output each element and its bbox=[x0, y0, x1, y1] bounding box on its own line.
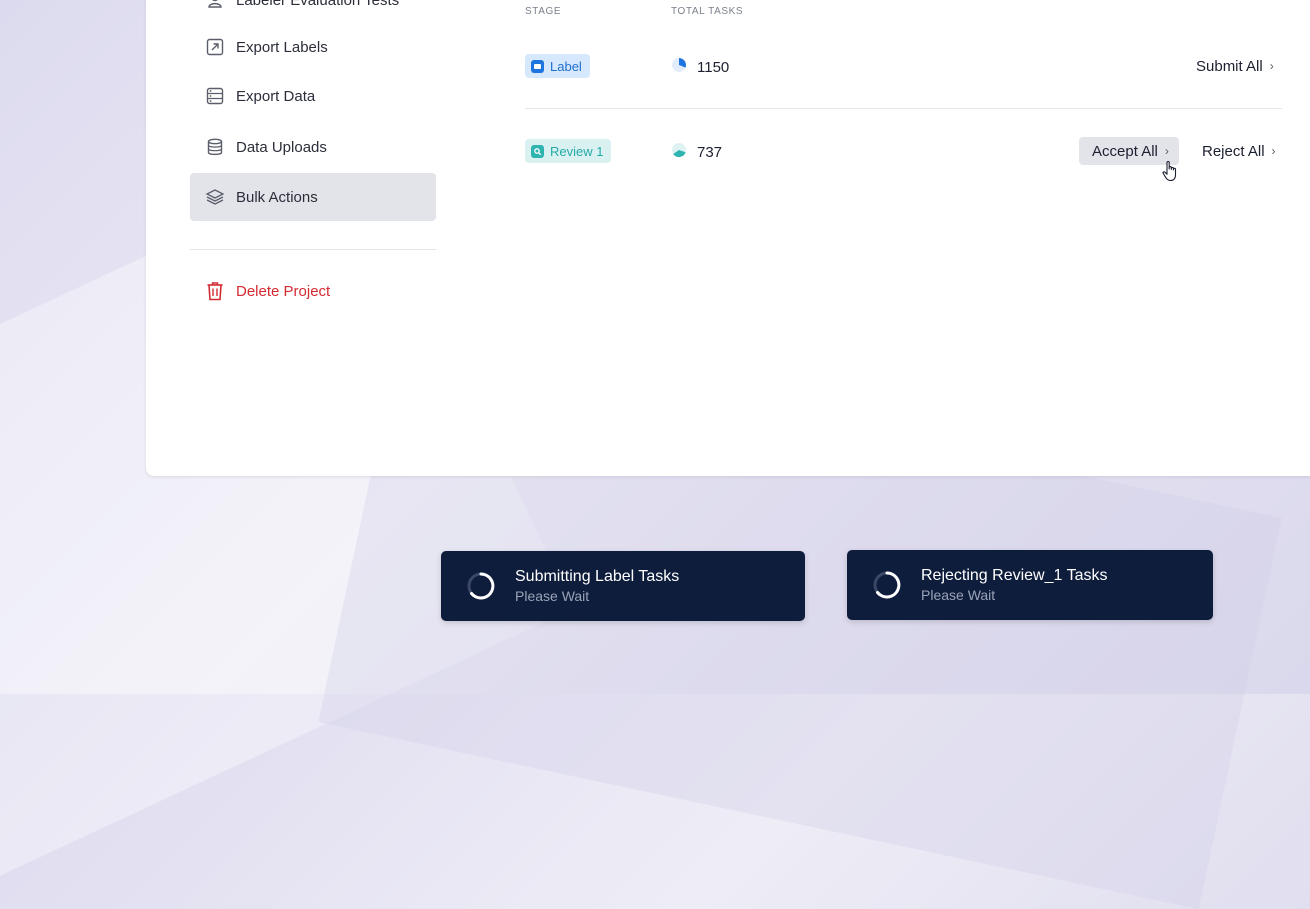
toast-text: Rejecting Review_1 Tasks Please Wait bbox=[921, 566, 1107, 604]
reject-all-label: Reject All bbox=[1202, 142, 1265, 160]
reject-all-button[interactable]: Reject All › bbox=[1202, 137, 1276, 165]
review-stage-icon bbox=[531, 144, 544, 158]
total-tasks: 737 bbox=[671, 142, 722, 162]
toast-title: Rejecting Review_1 Tasks bbox=[921, 567, 1108, 584]
toast-rejecting-review: Rejecting Review_1 Tasks Please Wait bbox=[847, 550, 1213, 620]
sidebar-divider bbox=[190, 249, 436, 250]
sidebar-item-label: Export Data bbox=[236, 87, 316, 105]
sidebar-item-export-data[interactable]: Export Data bbox=[190, 72, 436, 120]
accept-all-label: Accept All bbox=[1092, 142, 1158, 160]
total-tasks: 1150 bbox=[671, 57, 729, 77]
toast-submitting-label: Submitting Label Tasks Please Wait bbox=[441, 551, 805, 621]
user-icon bbox=[204, 0, 226, 11]
sidebar-item-label: Export Labels bbox=[236, 38, 328, 56]
sidebar-item-export-labels[interactable]: Export Labels bbox=[190, 23, 436, 71]
delete-project-label: Delete Project bbox=[236, 282, 331, 300]
layers-icon bbox=[204, 186, 226, 208]
sidebar-item-bulk-actions[interactable]: Bulk Actions bbox=[190, 173, 436, 221]
toast-title: Submitting Label Tasks bbox=[515, 568, 680, 585]
database-icon bbox=[204, 136, 226, 158]
toast-subtitle: Please Wait bbox=[515, 588, 590, 604]
toast-subtitle: Please Wait bbox=[921, 587, 996, 603]
trash-icon bbox=[204, 280, 226, 302]
hand-pointer-cursor-icon bbox=[1162, 160, 1177, 182]
chevron-right-icon: › bbox=[1271, 144, 1276, 158]
loading-spinner-icon bbox=[467, 572, 495, 600]
progress-pie-icon bbox=[671, 57, 687, 77]
sidebar-item-label: Data Uploads bbox=[236, 138, 327, 156]
toast-text: Submitting Label Tasks Please Wait bbox=[515, 567, 679, 605]
label-stage-icon bbox=[531, 59, 544, 73]
progress-pie-icon bbox=[671, 142, 687, 162]
column-header-total-tasks: TOTAL TASKS bbox=[671, 6, 744, 17]
column-header-stage: STAGE bbox=[525, 6, 562, 17]
sidebar-item-data-uploads[interactable]: Data Uploads bbox=[190, 123, 436, 171]
chevron-right-icon: › bbox=[1164, 144, 1169, 158]
export-icon bbox=[204, 36, 226, 58]
stage-badge-label: Label bbox=[525, 54, 590, 78]
chevron-right-icon: › bbox=[1269, 59, 1274, 73]
total-tasks-value: 737 bbox=[697, 143, 723, 161]
sidebar-item-label: Labeler Evaluation Tests bbox=[236, 0, 400, 9]
stage-badge-review: Review 1 bbox=[525, 139, 612, 163]
submit-all-button[interactable]: Submit All › bbox=[1196, 52, 1274, 80]
sidebar-item-label: Bulk Actions bbox=[236, 188, 318, 206]
stage-name: Label bbox=[550, 58, 582, 74]
sidebar-item-labeler-evaluation-tests[interactable]: Labeler Evaluation Tests bbox=[190, 0, 436, 24]
loading-spinner-icon bbox=[873, 571, 901, 599]
stage-name: Review 1 bbox=[550, 143, 604, 159]
submit-all-label: Submit All bbox=[1196, 57, 1263, 75]
delete-project-button[interactable]: Delete Project bbox=[190, 267, 436, 315]
list-icon bbox=[204, 85, 226, 107]
row-divider bbox=[525, 108, 1282, 109]
total-tasks-value: 1150 bbox=[697, 58, 730, 76]
